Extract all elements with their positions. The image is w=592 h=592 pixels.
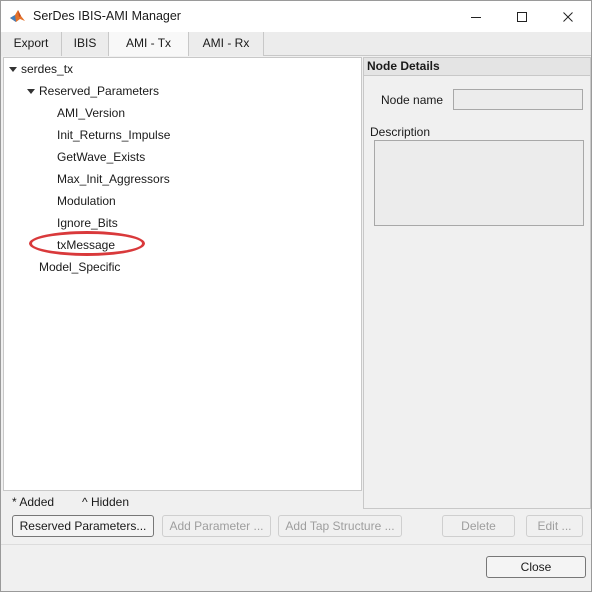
description-label: Description bbox=[370, 125, 431, 139]
node-name-field[interactable] bbox=[453, 89, 583, 110]
ibis-ami-manager-window: SerDes IBIS-AMI Manager Export IBIS AMI … bbox=[0, 0, 592, 592]
description-field[interactable] bbox=[374, 140, 584, 226]
parameter-tree: serdes_tx Reserved_Parameters AMI_Versio… bbox=[3, 57, 362, 491]
tree-node-modulation[interactable]: Modulation bbox=[57, 192, 116, 210]
edit-button[interactable]: Edit ... bbox=[526, 515, 583, 537]
title-bar: SerDes IBIS-AMI Manager bbox=[1, 1, 591, 32]
tree-node-init-returns-impulse[interactable]: Init_Returns_Impulse bbox=[57, 126, 170, 144]
legend-added: * Added bbox=[12, 495, 55, 509]
legend-hidden: ^ Hidden bbox=[82, 495, 129, 509]
tab-ami-tx[interactable]: AMI - Tx bbox=[109, 32, 189, 56]
delete-button[interactable]: Delete bbox=[442, 515, 515, 537]
matlab-icon bbox=[9, 7, 26, 24]
maximize-icon bbox=[517, 11, 527, 22]
tab-ami-rx[interactable]: AMI - Rx bbox=[189, 32, 264, 56]
close-window-button[interactable] bbox=[545, 1, 591, 32]
close-icon bbox=[563, 11, 573, 22]
tree-node-getwave-exists[interactable]: GetWave_Exists bbox=[57, 148, 145, 166]
tab-bar: Export IBIS AMI - Tx AMI - Rx bbox=[1, 32, 591, 56]
minimize-icon bbox=[471, 16, 481, 18]
tab-ibis[interactable]: IBIS bbox=[62, 32, 109, 56]
window-title: SerDes IBIS-AMI Manager bbox=[33, 9, 181, 23]
node-details-panel: Node Details Node name Description bbox=[363, 57, 591, 509]
minimize-button[interactable] bbox=[453, 1, 499, 32]
footer-divider bbox=[1, 544, 591, 545]
close-button[interactable]: Close bbox=[486, 556, 586, 578]
highlight-ellipse-annotation bbox=[29, 231, 145, 256]
expand-arrow-icon[interactable] bbox=[27, 89, 35, 94]
node-name-label: Node name bbox=[381, 93, 444, 107]
expand-arrow-icon[interactable] bbox=[9, 67, 17, 72]
reserved-parameters-button[interactable]: Reserved Parameters... bbox=[12, 515, 154, 537]
tree-node-max-init-aggressors[interactable]: Max_Init_Aggressors bbox=[57, 170, 170, 188]
tab-export[interactable]: Export bbox=[1, 32, 62, 56]
maximize-button[interactable] bbox=[499, 1, 545, 32]
tree-node-serdes-tx[interactable]: serdes_tx bbox=[21, 60, 73, 78]
tree-node-model-specific[interactable]: Model_Specific bbox=[39, 258, 120, 276]
tree-node-ami-version[interactable]: AMI_Version bbox=[57, 104, 125, 122]
tree-node-reserved-parameters[interactable]: Reserved_Parameters bbox=[39, 82, 159, 100]
node-details-header: Node Details bbox=[364, 58, 590, 76]
add-tap-structure-button[interactable]: Add Tap Structure ... bbox=[278, 515, 402, 537]
add-parameter-button[interactable]: Add Parameter ... bbox=[162, 515, 271, 537]
tree-node-ignore-bits[interactable]: Ignore_Bits bbox=[57, 214, 118, 232]
